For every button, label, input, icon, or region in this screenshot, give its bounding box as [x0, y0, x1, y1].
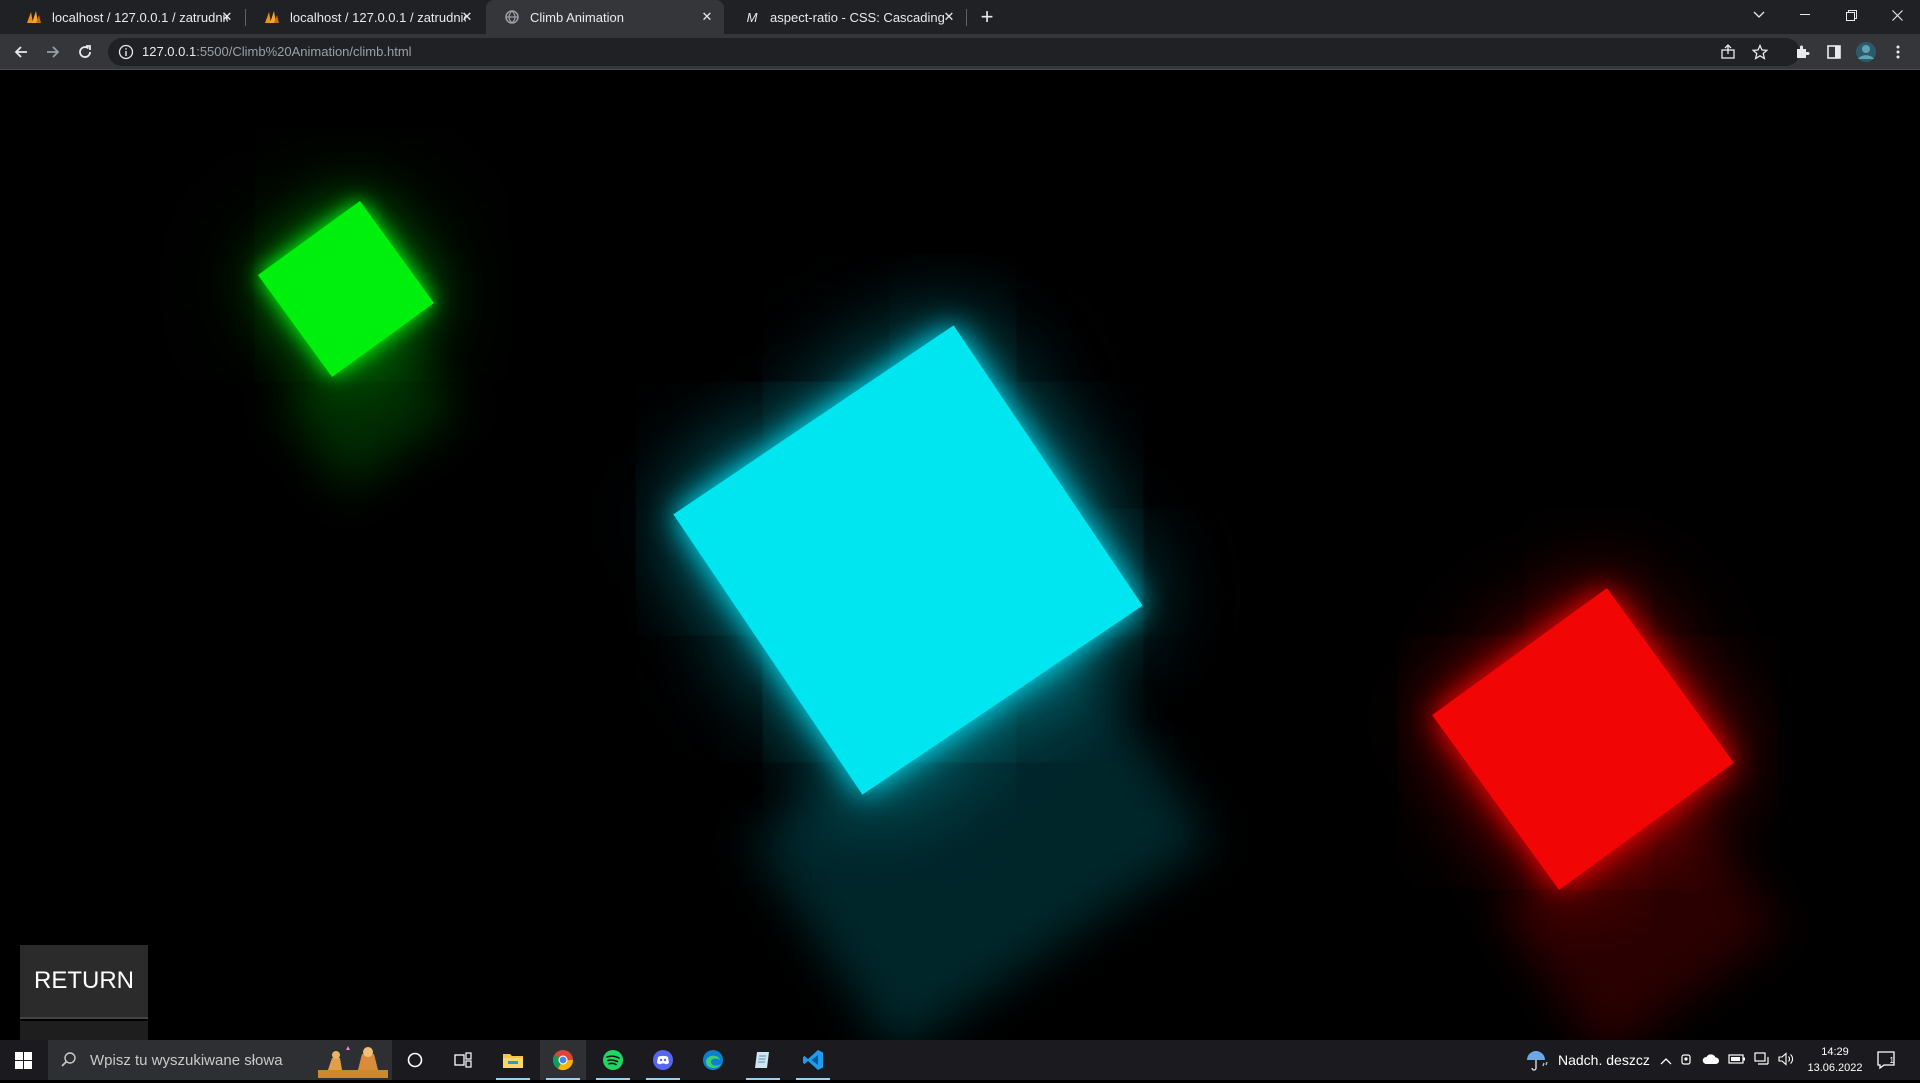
tab-phpmyadmin-1[interactable]: localhost / 127.0.0.1 / zatrudnien ✕	[8, 0, 244, 34]
phpmyadmin-icon	[264, 9, 280, 25]
chevron-up-icon[interactable]	[1660, 1052, 1672, 1068]
network-icon[interactable]	[1754, 1051, 1770, 1069]
umbrella-rain-icon	[1524, 1049, 1550, 1071]
clock-time: 14:29	[1821, 1046, 1849, 1058]
url-path: :5500/Climb%20Animation/climb.html	[196, 44, 412, 59]
new-tab-button[interactable]: +	[976, 6, 998, 29]
windows-start-icon[interactable]	[0, 1040, 46, 1080]
search-highlight-illustration-icon	[318, 1044, 388, 1078]
share-icon[interactable]	[1716, 40, 1740, 64]
browser-toolbar: 127.0.0.1:5500/Climb%20Animation/climb.h…	[0, 34, 1920, 70]
clock-date: 13.06.2022	[1807, 1062, 1863, 1074]
edge-icon[interactable]	[690, 1040, 736, 1080]
notification-count: 1	[1890, 1056, 1895, 1065]
notification-center-icon[interactable]: 1	[1876, 1050, 1896, 1070]
phpmyadmin-icon	[26, 9, 42, 25]
extensions-icon[interactable]	[1790, 40, 1814, 64]
close-icon[interactable]: ✕	[940, 8, 958, 26]
globe-icon	[504, 9, 520, 25]
spotify-icon[interactable]	[590, 1040, 636, 1080]
address-bar[interactable]: 127.0.0.1:5500/Climb%20Animation/climb.h…	[108, 38, 1800, 66]
tab-label: localhost / 127.0.0.1 / zatrudnien	[290, 9, 466, 25]
return-button[interactable]: RETURN	[20, 945, 148, 1019]
forward-button[interactable]	[39, 38, 67, 66]
tab-phpmyadmin-2[interactable]: localhost / 127.0.0.1 / zatrudnien ✕	[246, 0, 484, 34]
file-explorer-icon[interactable]	[490, 1040, 536, 1080]
system-tray	[1660, 1040, 1794, 1080]
vscode-icon[interactable]	[790, 1040, 836, 1080]
tab-label: aspect-ratio - CSS: Cascading Sty	[770, 9, 946, 25]
info-icon[interactable]	[118, 44, 134, 60]
tab-mdn-aspect-ratio[interactable]: M aspect-ratio - CSS: Cascading Sty ✕	[726, 0, 966, 34]
volume-icon[interactable]	[1778, 1051, 1794, 1069]
tab-label: Climb Animation	[530, 9, 624, 25]
cortana-icon[interactable]	[392, 1040, 438, 1080]
task-view-icon[interactable]	[440, 1040, 486, 1080]
weather-widget[interactable]: Nadch. deszcz	[1524, 1040, 1650, 1080]
restore-button[interactable]	[1828, 0, 1874, 30]
weather-text: Nadch. deszcz	[1558, 1052, 1650, 1068]
bookmark-star-icon[interactable]	[1748, 40, 1772, 64]
return-button-base	[20, 1021, 148, 1040]
search-icon	[60, 1051, 78, 1069]
url-text: 127.0.0.1:5500/Climb%20Animation/climb.h…	[142, 44, 412, 59]
tab-label: localhost / 127.0.0.1 / zatrudnien	[52, 9, 228, 25]
close-icon[interactable]: ✕	[218, 8, 236, 26]
close-window-button[interactable]	[1874, 0, 1920, 30]
windows-taskbar: Wpisz tu wyszukiwane słowa Nadch. deszcz	[0, 1040, 1920, 1080]
onedrive-icon[interactable]	[1702, 1052, 1720, 1068]
close-icon[interactable]: ✕	[458, 8, 476, 26]
meet-now-icon[interactable]	[1680, 1052, 1694, 1069]
battery-icon[interactable]	[1728, 1052, 1746, 1068]
menu-icon[interactable]	[1886, 40, 1910, 64]
side-panel-icon[interactable]	[1822, 40, 1846, 64]
reload-button[interactable]	[71, 38, 99, 66]
minimize-button[interactable]	[1782, 0, 1828, 30]
close-icon[interactable]: ✕	[698, 8, 716, 26]
browser-tab-bar: localhost / 127.0.0.1 / zatrudnien ✕ loc…	[0, 0, 1920, 34]
url-host: 127.0.0.1	[142, 44, 197, 59]
profile-avatar[interactable]	[1854, 40, 1878, 64]
climb-animation-page: RETURN	[0, 71, 1920, 1040]
notepad-icon[interactable]	[740, 1040, 786, 1080]
tab-search-icon[interactable]	[1736, 0, 1782, 30]
search-placeholder: Wpisz tu wyszukiwane słowa	[90, 1051, 283, 1069]
tab-climb-animation[interactable]: Climb Animation ✕	[486, 0, 724, 34]
back-button[interactable]	[7, 38, 35, 66]
tab-separator	[966, 9, 967, 26]
chrome-icon[interactable]	[540, 1040, 586, 1080]
taskbar-clock[interactable]: 14:29 13.06.2022	[1802, 1044, 1868, 1076]
mdn-icon: M	[746, 9, 758, 25]
taskbar-search-box[interactable]: Wpisz tu wyszukiwane słowa	[48, 1040, 392, 1080]
discord-icon[interactable]	[640, 1040, 686, 1080]
